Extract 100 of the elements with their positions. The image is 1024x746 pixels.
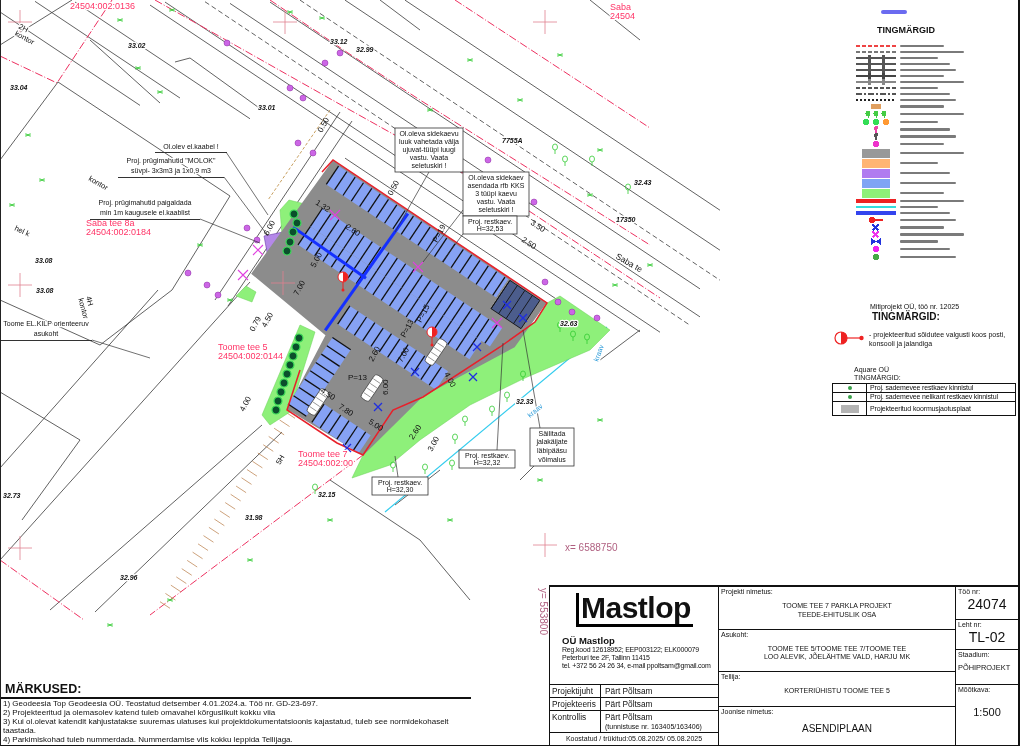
dimension-label: 5.00: [308, 250, 325, 269]
tree-symbol-icon: [584, 333, 590, 345]
tree-symbol-icon: [452, 433, 458, 445]
grass-mark-icon: [426, 108, 434, 112]
grass-mark-icon: [116, 18, 124, 22]
utility-point-icon: [299, 94, 307, 102]
dimension-label: 7.00: [291, 278, 308, 297]
x-mark-icon: [468, 372, 478, 382]
x-mark-icon: [329, 209, 341, 221]
dimension-label: 3.50: [528, 218, 547, 235]
utility-point-icon: [309, 149, 317, 157]
blurred-text-drawing: [900, 191, 944, 195]
blurred-text-drawing: [900, 86, 938, 90]
dimension-label: 6.00: [381, 379, 390, 395]
grass-mark-icon: [286, 10, 294, 14]
parcel-label: Toome tee 5 24504:002:0144: [218, 342, 284, 361]
dimension-label: 4.50: [318, 386, 337, 403]
tree-symbol-icon: [504, 391, 510, 403]
blurred-text-drawing: [900, 44, 944, 48]
utility-point-icon: [223, 39, 231, 47]
grass-mark-icon: [8, 203, 16, 207]
utility-point-icon: [568, 308, 576, 316]
tree-symbol-icon: [422, 463, 428, 475]
utility-point-icon: [243, 224, 251, 232]
dimension-label: 4.00: [237, 394, 254, 413]
blurred-text-drawing: [900, 112, 964, 116]
company-logo: Mastlop: [576, 593, 693, 627]
dimension-label: 0.50: [385, 178, 402, 197]
note-text: 2) Projekteeritud ja olemasolev katend tuleb omavahel kõrguslikult kokku viia: [2, 708, 277, 717]
parcel-label: Saba 24504: [610, 2, 636, 21]
field-value: 24074: [966, 596, 1008, 612]
person-name: Pärt Põltsam: [605, 685, 653, 697]
blurred-text-drawing: [900, 92, 950, 96]
x-mark-icon: [373, 402, 383, 412]
x-mark-icon: [502, 300, 512, 310]
grass-mark-icon: [611, 283, 619, 287]
utility-point-icon: [484, 156, 492, 164]
dimension-label: P=13: [348, 373, 367, 382]
tree-symbol-icon: [562, 155, 568, 167]
grass-mark-icon: [516, 98, 524, 102]
grid-cross-icon: [7, 535, 33, 561]
blurred-text-drawing: [900, 255, 956, 259]
company-name: OÜ Mastlop: [562, 635, 616, 646]
dimension-label: 1.32: [313, 198, 332, 215]
x-mark-icon: [252, 244, 264, 256]
hatched-strip-drawing: [181, 543, 209, 576]
lawn-area: [235, 285, 257, 303]
tree-symbol-icon: [449, 459, 455, 471]
grid-cross-icon: [532, 532, 558, 558]
x-mark-icon: [410, 367, 420, 377]
x-mark-icon: [342, 443, 352, 453]
blurred-text-drawing: [900, 226, 944, 229]
grass-mark-icon: [166, 598, 174, 602]
field-value: ASENDIPLAAN: [802, 722, 872, 735]
blurred-text-drawing: [900, 233, 964, 236]
grass-mark-icon: [168, 8, 176, 12]
street-light-icon: [337, 271, 349, 292]
dimension-label: 7.80: [336, 402, 355, 419]
blurred-text-drawing: [900, 181, 956, 185]
blurred-text-drawing: [900, 50, 964, 54]
utility-point-icon: [336, 49, 344, 57]
leader-line: [91, 339, 151, 359]
dimension-label: 2.60: [343, 222, 362, 239]
blurred-text-drawing: [900, 80, 964, 84]
grid-cross-icon: [7, 272, 33, 298]
blurred-text-drawing: [900, 161, 938, 165]
grass-mark-icon: [226, 298, 234, 302]
blurred-text-drawing: [900, 142, 944, 146]
grass-mark-icon: [446, 518, 454, 522]
utility-point-icon: [184, 269, 192, 277]
grass-mark-icon: [596, 148, 604, 152]
tree-symbol-icon: [520, 370, 526, 382]
utility-point-icon: [253, 236, 261, 244]
tree-symbol-icon: [312, 483, 318, 495]
tree-symbol-icon: [462, 415, 468, 427]
utility-point-icon: [294, 139, 302, 147]
dimension-label: 7.00: [395, 345, 412, 364]
grass-mark-icon: [556, 53, 564, 57]
dimension-label: 6.00: [261, 218, 278, 237]
blurred-text-drawing: [900, 218, 956, 222]
parcel-label: Toome tee 7 24504:002:00: [298, 449, 354, 468]
utility-point-icon: [530, 198, 538, 206]
utility-point-icon: [554, 298, 562, 306]
person-name: Pärt Põltsam: [605, 711, 654, 723]
dimension-label: 0.50: [315, 115, 332, 134]
utility-point-icon: [203, 281, 211, 289]
grid-cross-icon: [532, 9, 558, 35]
blurred-text-drawing: [900, 205, 938, 209]
blurred-text-drawing: [900, 74, 944, 78]
blurred-text-drawing: [900, 56, 938, 60]
dot-icon: [862, 119, 889, 125]
dimension-label: 3.00: [425, 434, 442, 453]
grass-mark-icon: [246, 558, 254, 562]
grass-mark-icon: [326, 518, 334, 522]
utility-point-icon: [593, 314, 601, 322]
tree-symbol-icon: [570, 330, 576, 342]
utility-point-icon: [541, 278, 549, 286]
dot-icon: [847, 386, 852, 390]
blurred-text-drawing: [900, 120, 938, 124]
hatched-strip-drawing: [159, 576, 187, 609]
